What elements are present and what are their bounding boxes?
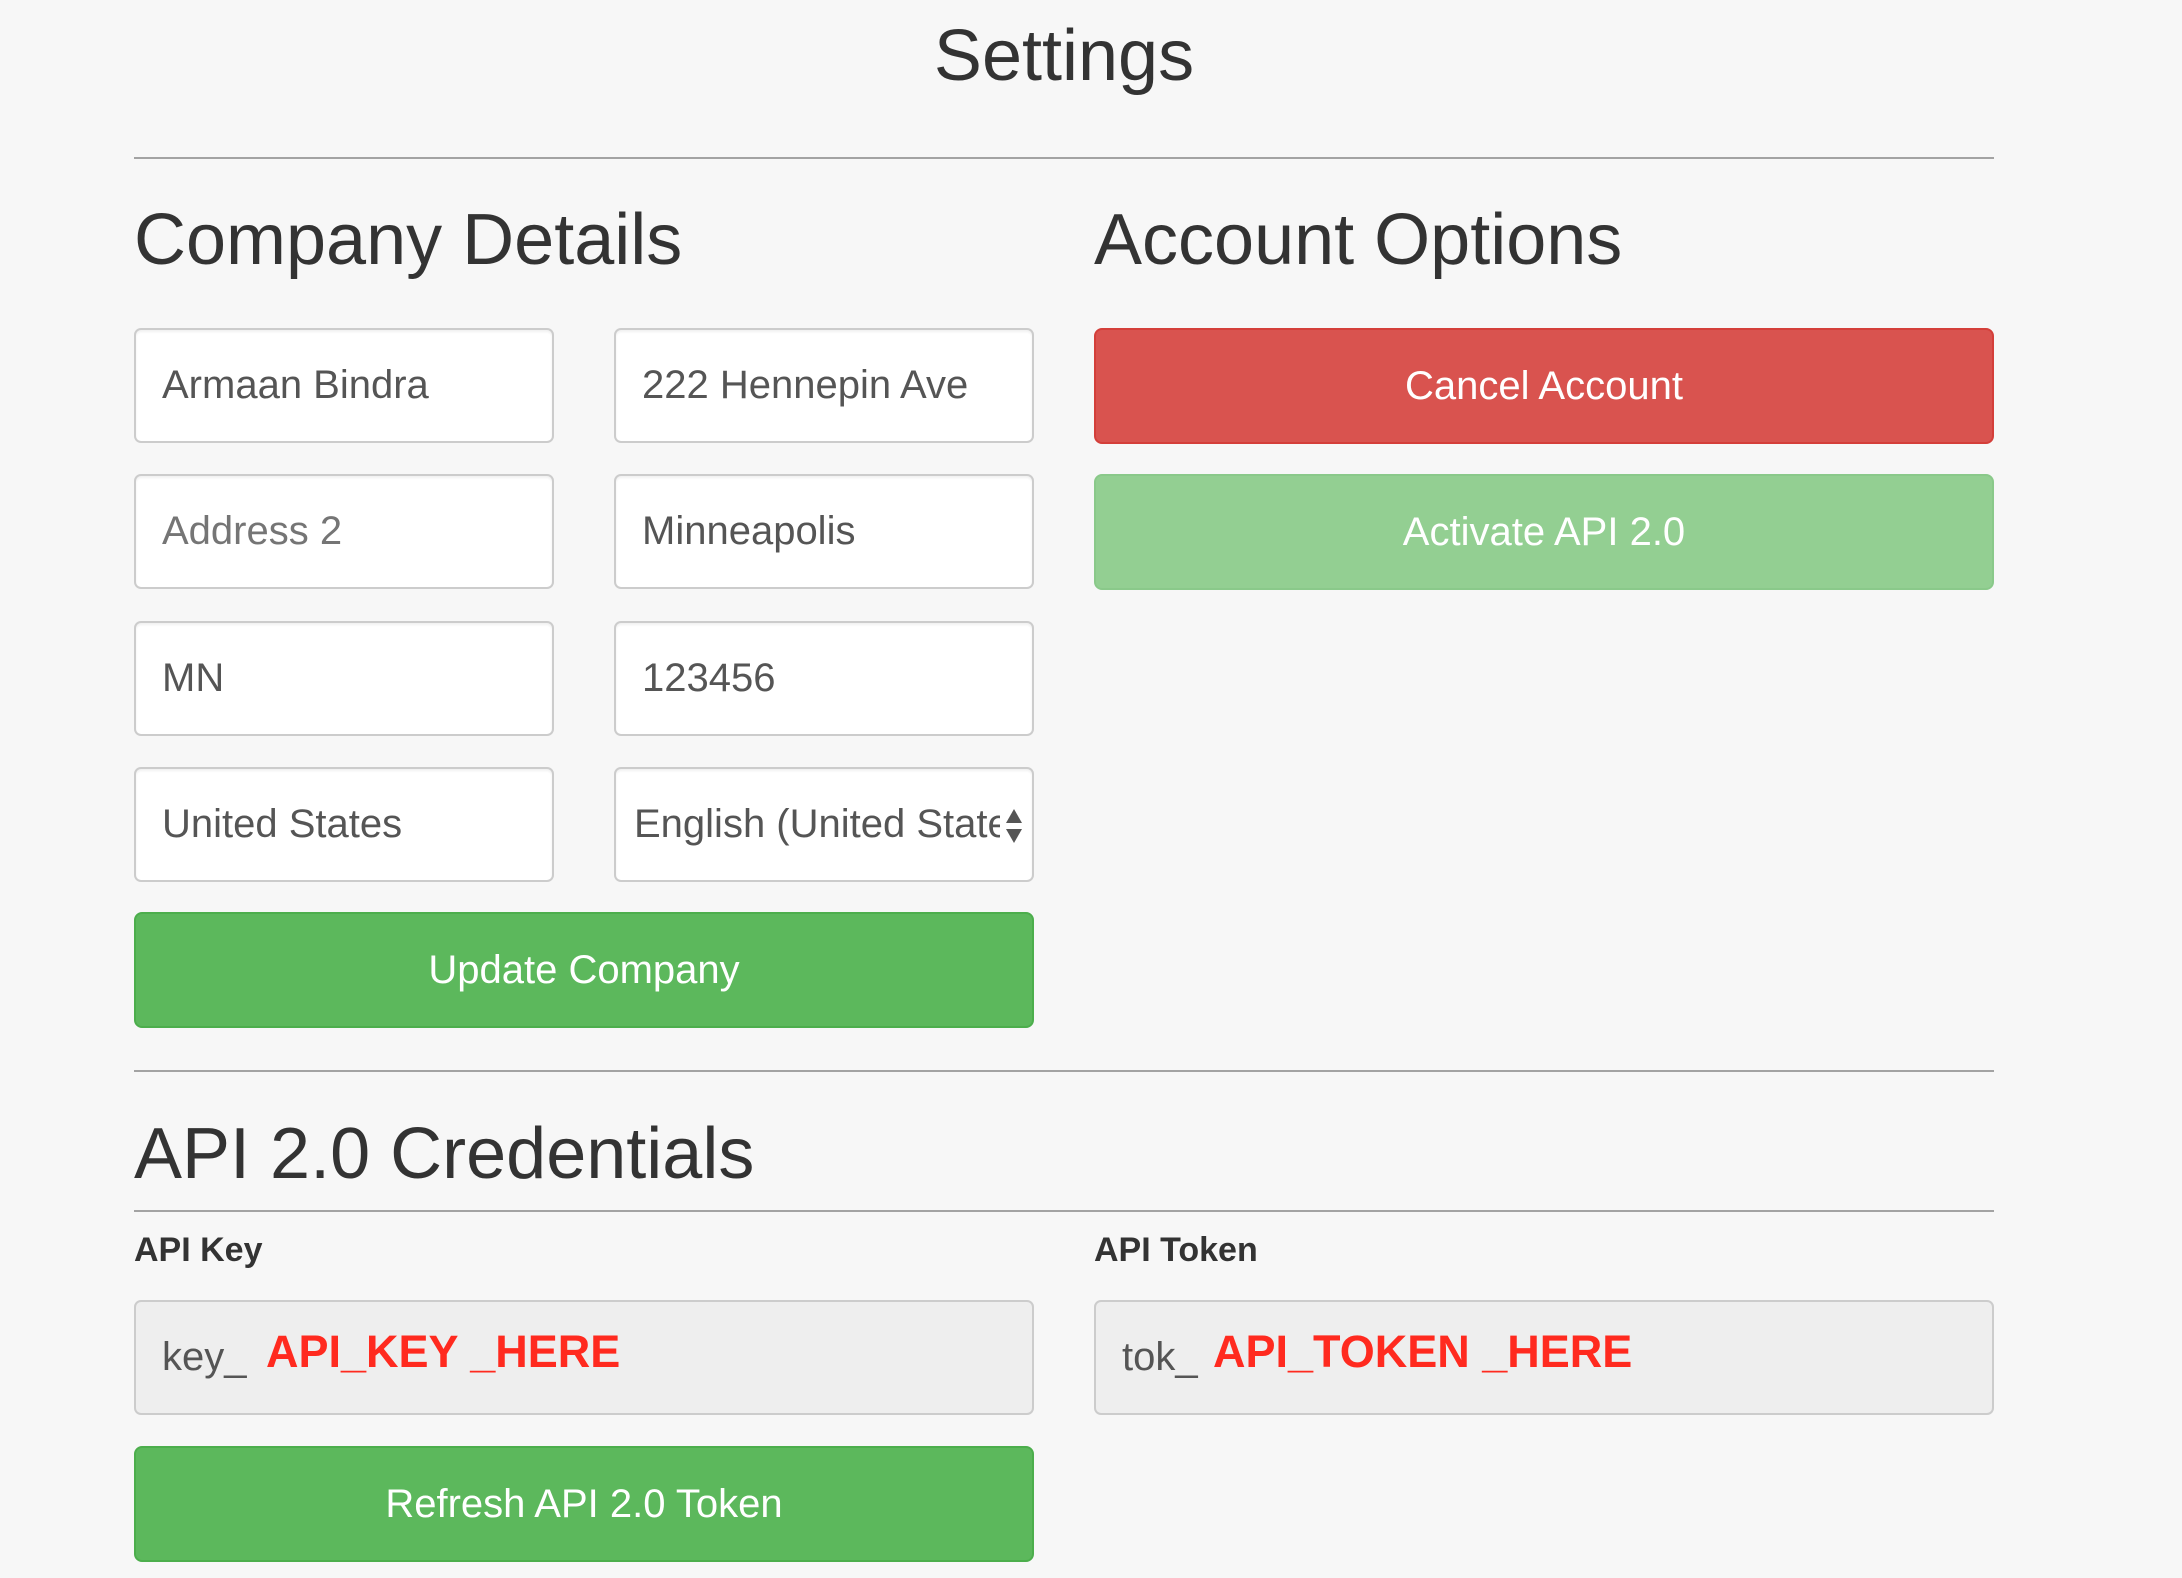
zip-input[interactable] — [614, 621, 1034, 736]
company-name-input[interactable] — [134, 328, 554, 443]
section-divider — [134, 1070, 1994, 1072]
language-select[interactable]: English (United States) — [614, 767, 1034, 882]
api-credentials-heading: API 2.0 Credentials — [134, 1114, 755, 1194]
select-arrows-icon — [1006, 809, 1022, 843]
api-key-prefix: key_ — [162, 1335, 247, 1379]
page-title: Settings — [933, 16, 1195, 96]
company-details-heading: Company Details — [134, 200, 683, 280]
cancel-account-button[interactable]: Cancel Account — [1094, 328, 1994, 444]
language-select-value: English (United States) — [634, 802, 1000, 846]
address-1-input[interactable] — [614, 328, 1034, 443]
api-token-redaction: API_TOKEN _HERE — [1213, 1326, 1633, 1377]
header-divider — [134, 157, 1994, 159]
city-input[interactable] — [614, 474, 1034, 589]
api-key-redaction: API_KEY _HERE — [266, 1326, 621, 1377]
refresh-api-token-button[interactable]: Refresh API 2.0 Token — [134, 1446, 1034, 1562]
update-company-button[interactable]: Update Company — [134, 912, 1034, 1028]
country-input[interactable] — [134, 767, 554, 882]
address-2-input[interactable] — [134, 474, 554, 589]
api-token-label: API Token — [1094, 1231, 1258, 1269]
activate-api-button[interactable]: Activate API 2.0 — [1094, 474, 1994, 590]
api-key-label: API Key — [134, 1231, 263, 1269]
credentials-divider — [134, 1210, 1994, 1212]
state-input[interactable] — [134, 621, 554, 736]
api-token-prefix: tok_ — [1122, 1335, 1198, 1379]
account-options-heading: Account Options — [1094, 200, 1623, 280]
